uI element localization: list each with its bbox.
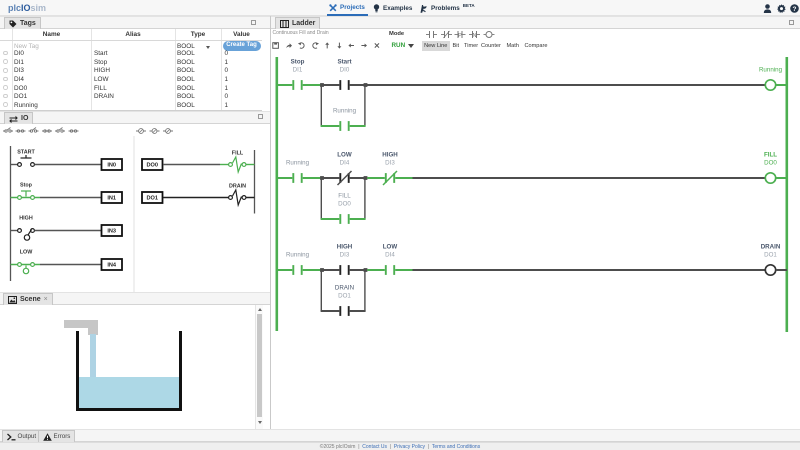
svg-text:LOW: LOW: [383, 244, 398, 251]
svg-text:DO0: DO0: [338, 200, 351, 207]
svg-text:DO1: DO1: [146, 196, 158, 202]
svg-text:DI4: DI4: [340, 159, 350, 166]
svg-text:DI1: DI1: [293, 66, 303, 73]
svg-text:FILL: FILL: [232, 151, 244, 157]
svg-text:Running: Running: [759, 66, 783, 73]
svg-text:LOW: LOW: [337, 152, 352, 159]
svg-text:DO0: DO0: [764, 159, 777, 166]
svg-text:DI4: DI4: [385, 251, 395, 258]
svg-text:P: P: [458, 33, 462, 39]
svg-text:LOW: LOW: [20, 250, 33, 256]
svg-text:FILL: FILL: [764, 152, 777, 159]
svg-text:FILL: FILL: [338, 193, 351, 200]
svg-text:IN1: IN1: [107, 196, 116, 202]
svg-text:DI3: DI3: [385, 159, 395, 166]
svg-text:START: START: [17, 150, 35, 156]
svg-text:DO1: DO1: [764, 251, 777, 258]
svg-text:N: N: [473, 33, 477, 39]
svg-text:DO0: DO0: [146, 163, 158, 169]
svg-text:HIGH: HIGH: [19, 216, 33, 222]
svg-text:DO1: DO1: [338, 292, 351, 299]
svg-text:Stop: Stop: [20, 183, 33, 189]
svg-text:HIGH: HIGH: [337, 244, 353, 251]
svg-text:DRAIN: DRAIN: [335, 285, 354, 292]
svg-text:Running: Running: [286, 251, 310, 258]
svg-text:DI3: DI3: [340, 251, 350, 258]
svg-text:HIGH: HIGH: [382, 152, 398, 159]
svg-text:Running: Running: [286, 159, 310, 166]
svg-text:Start: Start: [337, 59, 351, 66]
svg-text:IN3: IN3: [107, 229, 116, 235]
svg-text:DRAIN: DRAIN: [761, 244, 781, 251]
svg-text:IN0: IN0: [107, 163, 116, 169]
svg-text:Stop: Stop: [291, 59, 305, 66]
svg-text:Running: Running: [333, 107, 357, 114]
svg-text:?: ?: [793, 5, 797, 12]
svg-text:DI0: DI0: [340, 66, 350, 73]
svg-text:DRAIN: DRAIN: [229, 184, 246, 190]
svg-text:IN4: IN4: [107, 263, 117, 269]
